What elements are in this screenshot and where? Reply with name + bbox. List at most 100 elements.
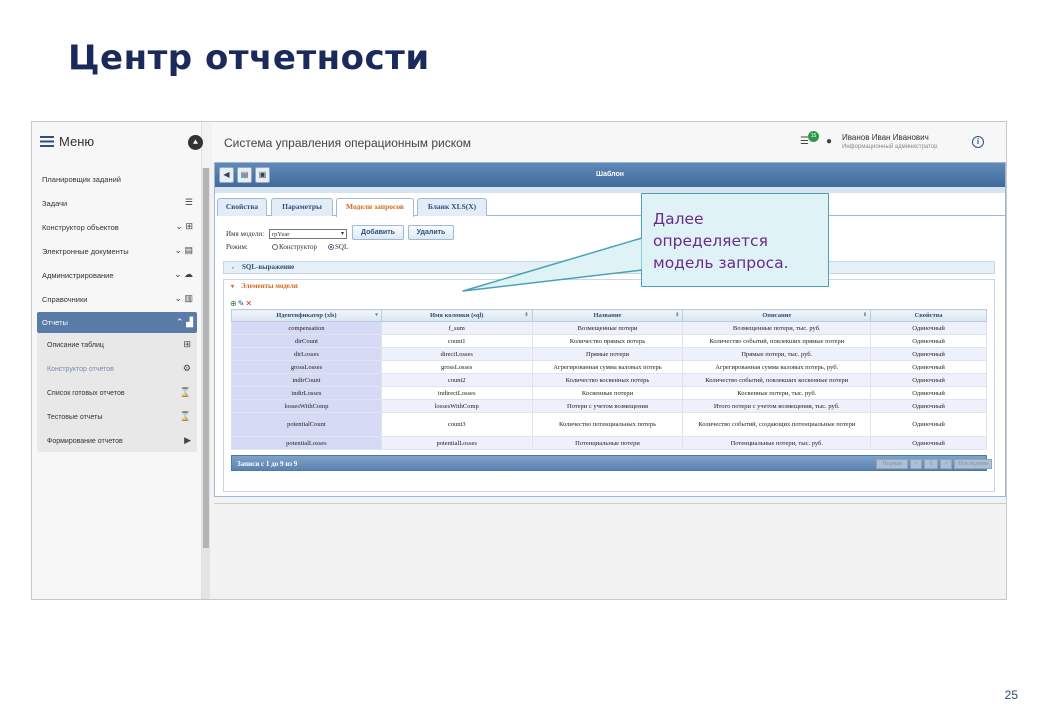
chart-icon: ⌃ ▟ (176, 317, 193, 327)
sidebar-item-label: Отчеты (42, 318, 68, 327)
table-row[interactable]: compensation f_sum Возмещенные потери Во… (231, 321, 987, 335)
panel-band (215, 187, 1005, 193)
table-row[interactable]: indirLosses indirectLosses Косвенные пот… (231, 386, 987, 400)
pager-last-button[interactable]: Последняя (954, 459, 992, 469)
menu-toggle[interactable]: Меню (40, 134, 94, 149)
document-icon: ⌄ ▤ (174, 245, 193, 255)
table-cell: Потенциальные потери, тыс. руб. (682, 436, 872, 450)
mode-label: Режим: (226, 243, 248, 251)
table-cell: potentialLosses (380, 436, 533, 450)
delete-row-icon[interactable]: ✕ (245, 299, 253, 308)
table-cell: directLosses (380, 347, 533, 361)
sidebar-item-reports[interactable]: Отчеты ⌃ ▟ (37, 312, 197, 333)
table-row[interactable]: grossLosses grossLosses Агрегированная с… (231, 360, 987, 374)
mode-radio-constructor[interactable]: Конструктор (272, 243, 317, 251)
table-row[interactable]: potentialLosses potentialLosses Потенциа… (231, 436, 987, 450)
mode-radio-sql[interactable]: SQL (328, 243, 348, 251)
add-button[interactable]: Добавить (352, 225, 404, 240)
app-title: Система управления операционным риском (224, 136, 472, 150)
panel-toolbar: ◀ ▤ ▣ Шаблон (215, 163, 1005, 187)
table-cell: Одиночный (870, 386, 987, 400)
column-header[interactable]: Имя колонки (sql) ⇕ (380, 309, 533, 322)
table-cell: Одиночный (870, 334, 987, 348)
sidebar-item-tasks[interactable]: Задачи ☰ (37, 192, 197, 214)
column-header[interactable]: Идентификатор (xls) ▾ (231, 309, 382, 322)
menu-label: Меню (59, 134, 95, 149)
model-name-label: Имя модели: (226, 230, 265, 238)
table-row[interactable]: indirCount count2 Количество косвенных п… (231, 373, 987, 387)
sql-expression-section[interactable]: › SQL-выражение (223, 261, 995, 274)
play-icon: ▶ (184, 435, 191, 445)
table-header-row: Идентификатор (xls) ▾ Имя колонки (sql) ⇕ … (231, 309, 987, 322)
sidebar-item-admin[interactable]: Администрирование ⌄ ☁ (37, 264, 197, 286)
tasks-icon: ☰ (184, 197, 193, 207)
page-number: 25 (1004, 688, 1018, 702)
app-header: Система управления операционным риском ☰… (212, 122, 1006, 162)
info-icon[interactable]: i (972, 136, 984, 148)
table-cell: potentialCount (231, 412, 382, 437)
tab-properties[interactable]: Свойства (217, 198, 267, 216)
column-label: Свойства (914, 312, 943, 319)
task-count-badge: 15 (808, 131, 819, 142)
tab-parameters[interactable]: Параметры (271, 198, 333, 216)
sidebar-item-edocs[interactable]: Электронные документы ⌄ ▤ (37, 240, 197, 262)
section-label: SQL-выражение (242, 263, 295, 271)
sort-icon: ⇕ (524, 313, 529, 318)
pager-prev-button[interactable]: < (910, 459, 922, 469)
table-cell: Количество косвенных потерь (531, 373, 684, 387)
tab-xls-blank[interactable]: Бланк XLS(X) (417, 198, 487, 216)
delete-button[interactable]: Удалить (408, 225, 454, 240)
sidebar-scroll-thumb[interactable] (203, 168, 209, 548)
user-name[interactable]: Иванов Иван Иванович (842, 133, 929, 142)
chevron-down-icon: ▾ (231, 284, 235, 290)
sidebar-item-label: Справочники (42, 294, 88, 304)
pin-icon[interactable]: ⯅ (188, 135, 203, 150)
app-screenshot: Меню ⯅ Планировщик заданий Задачи ☰ Конс… (31, 121, 1007, 600)
table-cell: indirCount (231, 373, 382, 387)
table-cell: Одиночный (870, 373, 987, 387)
reports-submenu: Описание таблиц ⊞ Конструктор отчетов ⚙ … (37, 333, 197, 452)
table-row[interactable]: lossesWithComp lossesWithComp Потери с у… (231, 399, 987, 413)
model-name-select[interactable]: rpYear (269, 229, 347, 239)
table-pager: Записи с 1 до 9 из 9 Первая < 1 > Послед… (231, 455, 992, 471)
submenu-item-table-desc[interactable]: Описание таблиц ⊞ (47, 334, 197, 356)
table-cell: count1 (380, 334, 533, 348)
table-cell: Одиночный (870, 399, 987, 413)
table-cell: Количество потенциальных потерь (531, 412, 684, 437)
submenu-item-test-reports[interactable]: Тестовые отчеты ⌛ (47, 406, 197, 428)
column-header[interactable]: Описание ⇕ (682, 309, 872, 322)
table-cell: Количество событий, повлекших косвенные … (682, 373, 872, 387)
sidebar-item-scheduler[interactable]: Планировщик заданий (37, 168, 197, 190)
table-cell: Потери с учетом возмещения (531, 399, 684, 413)
table-cell: Агрегированная сумма валовых потерь, руб… (682, 360, 872, 374)
tab-query-models[interactable]: Модели запросов (336, 198, 414, 217)
sidebar-item-label: Задачи (42, 198, 68, 208)
radio-icon (272, 244, 278, 250)
table-cell: Количество прямых потерь (531, 334, 684, 348)
table-row[interactable]: dirCount count1 Количество прямых потерь… (231, 334, 987, 348)
table-cell: Одиночный (870, 412, 987, 437)
cloud-icon: ⌄ ☁ (173, 269, 193, 279)
table-cell: Количество событий, повлекших прямые пот… (682, 334, 872, 348)
model-elements-table: Идентификатор (xls) ▾ Имя колонки (sql) ⇕ … (231, 309, 987, 450)
submenu-item-report-constructor[interactable]: Конструктор отчетов ⚙ (47, 358, 197, 380)
sidebar-item-object-constructor[interactable]: Конструктор объектов ⌄ ⊞ (37, 216, 197, 238)
sidebar-item-references[interactable]: Справочники ⌄ ▥ (37, 288, 197, 310)
pager-next-button[interactable]: > (940, 459, 952, 469)
template-panel: ◀ ▤ ▣ Шаблон Свойства Параметры Модели з… (214, 162, 1006, 497)
pager-first-button[interactable]: Первая (876, 459, 908, 469)
table-row[interactable]: dirLosses directLosses Прямые потери Пря… (231, 347, 987, 361)
submenu-item-ready-reports[interactable]: Список готовых отчетов ⌛ (47, 382, 197, 404)
pager-current-page[interactable]: 1 (924, 459, 938, 469)
callout-line: определяется (653, 232, 768, 250)
column-header[interactable]: Название ⇕ (531, 309, 684, 322)
sort-icon: ⇕ (675, 313, 680, 318)
column-label: Описание (762, 312, 792, 319)
add-row-icon[interactable]: ⊕ (230, 299, 238, 308)
column-header[interactable]: Свойства (870, 309, 987, 322)
model-elements-section[interactable]: ▾ Элементы модели (223, 281, 995, 294)
table-row[interactable]: potentialCount count3 Количество потенци… (231, 412, 987, 437)
submenu-item-generate-reports[interactable]: Формирование отчетов ▶ (47, 430, 197, 452)
table-cell: count2 (380, 373, 533, 387)
table-cell: Возмещенные потери (531, 321, 684, 335)
